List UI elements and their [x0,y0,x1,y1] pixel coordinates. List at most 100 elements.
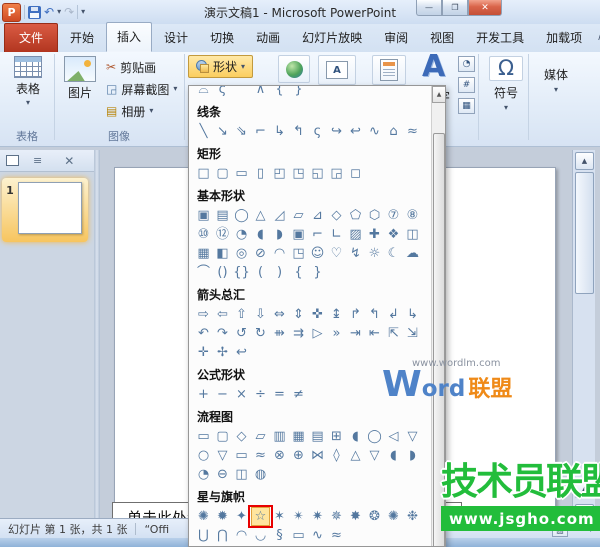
scrollbar-thumb[interactable] [575,172,594,294]
shape-cell[interactable]: ⊿ [308,206,327,225]
shape-cell[interactable]: ↺ [232,324,251,343]
object-icon[interactable]: ▦ [458,98,475,114]
tab-2[interactable]: 开始 [60,24,104,52]
shapes-button[interactable]: 形状 ▾ [188,55,254,78]
restore-button[interactable]: ❐ [442,0,468,16]
shape-cell[interactable]: ▷ [308,324,327,343]
shape-cell[interactable]: ⑫ [213,225,232,244]
shape-cell[interactable]: △ [251,206,270,225]
shape-cell[interactable]: ⇩ [251,305,270,324]
shape-cell[interactable]: ↰ [365,305,384,324]
shape-cell[interactable]: ⋂ [213,526,232,545]
shape-cell[interactable]: ⇧ [232,305,251,324]
shape-cell[interactable]: {} [232,263,251,282]
shape-cell[interactable]: ς [308,122,327,141]
shape-cell[interactable]: ▽ [365,446,384,465]
resize-grip-icon[interactable]: ⋰ [589,523,599,534]
shape-cell[interactable]: ÷ [251,385,270,404]
menu-scrollbar[interactable]: ▲ [431,86,445,546]
shape-cell[interactable]: ↪ [327,122,346,141]
shape-cell[interactable]: ▱ [289,206,308,225]
shape-cell[interactable]: ✚ [365,225,384,244]
slide-number-icon[interactable]: # [458,77,475,93]
shape-cell[interactable]: ⇕ [289,305,308,324]
undo-icon[interactable]: ↶ [44,6,54,18]
outline-tab-icon[interactable]: ≡ [33,155,42,166]
shape-cell[interactable]: ∧ [251,86,270,99]
shape-cell[interactable]: { [289,263,308,282]
shape-cell[interactable]: ◱ [308,164,327,183]
shape-cell[interactable]: ▽ [403,427,422,446]
shape-cell[interactable]: ◯ [232,206,251,225]
shape-cell[interactable]: ◗ [270,225,289,244]
shape-cell[interactable]: ◇ [327,206,346,225]
date-time-icon[interactable]: ◔ [458,56,475,72]
tab-5[interactable]: 切换 [200,24,244,52]
shape-cell[interactable]: △ [346,446,365,465]
shape-cell[interactable]: × [232,385,251,404]
close-panel-icon[interactable]: ✕ [64,155,74,167]
photo-album-button[interactable]: ▤ 相册 ▾ [106,102,153,120]
shape-cell[interactable]: ▯ [251,164,270,183]
shape-cell[interactable]: ◳ [289,244,308,263]
picture-button[interactable]: 图片 [58,56,102,101]
shape-cell[interactable]: ↳ [270,122,289,141]
customize-toolbar-icon[interactable]: ▾ [81,8,85,16]
shape-cell[interactable]: = [270,385,289,404]
shape-cell[interactable]: ⊞ [327,427,346,446]
powerpoint-logo-icon[interactable]: P [2,2,21,22]
tab-11[interactable]: 加载项 [536,24,592,52]
shape-cell[interactable]: ✶ [270,507,289,526]
shape-cell[interactable]: ▣ [289,225,308,244]
shape-cell[interactable]: ✵ [327,507,346,526]
shape-cell[interactable]: ✺ [384,507,403,526]
tab-6[interactable]: 动画 [246,24,290,52]
shape-cell[interactable]: ⑩ [194,225,213,244]
shape-cell[interactable]: ⇘ [232,122,251,141]
shape-cell[interactable]: ☁ [403,244,422,263]
symbol-group-button[interactable]: Ω 符号 ▾ [482,56,530,112]
shape-cell[interactable]: ⇻ [270,324,289,343]
shape-cell[interactable]: ↨ [327,305,346,324]
scroll-up-button[interactable]: ▲ [575,152,594,170]
shape-cell[interactable]: ▭ [289,526,308,545]
hyperlink-button[interactable] [278,55,310,83]
shape-cell[interactable]: ↳ [403,305,422,324]
shape-cell[interactable]: ) [270,263,289,282]
shape-cell[interactable]: ↲ [384,305,403,324]
shape-cell[interactable]: ✢ [213,343,232,362]
shape-cell[interactable]: ⊘ [251,244,270,263]
shape-cell[interactable]: ◖ [346,427,365,446]
shape-cell[interactable]: ◖ [384,446,403,465]
wordart-button[interactable]: A [422,52,445,82]
previous-slide-button[interactable]: ▲ [575,480,594,498]
menu-scrollbar-thumb[interactable] [433,133,445,546]
tab-10[interactable]: 开发工具 [466,24,534,52]
collapse-ribbon-icon[interactable]: ∧ [593,32,600,44]
shape-cell[interactable]: ☺ [308,244,327,263]
shape-cell[interactable]: ◁ [384,427,403,446]
shape-cell[interactable]: ╲ [194,122,213,141]
minimize-button[interactable]: — [416,0,442,16]
shape-cell[interactable]: ≠ [289,385,308,404]
shape-cell[interactable]: } [308,263,327,282]
shape-cell[interactable]: ◠ [232,526,251,545]
shape-cell[interactable]: ▦ [289,427,308,446]
shape-cell[interactable]: ◰ [270,164,289,183]
shape-cell[interactable]: ⇦ [213,305,232,324]
shape-cell[interactable]: ≈ [403,122,422,141]
shape-cell[interactable]: ⊕ [289,446,308,465]
shape-cell[interactable]: ⇨ [194,305,213,324]
shape-cell[interactable]: ❉ [403,507,422,526]
shape-cell[interactable]: ◫ [403,225,422,244]
shape-cell[interactable]: ◠ [270,244,289,263]
shape-cell[interactable]: ◇ [232,427,251,446]
shape-cell[interactable]: ↩ [346,122,365,141]
shape-cell[interactable]: ↱ [346,305,365,324]
header-footer-button[interactable] [372,55,406,85]
shape-cell[interactable]: ▢ [213,427,232,446]
shape-cell[interactable]: ◗ [403,446,422,465]
shape-cell[interactable]: ↯ [346,244,365,263]
shape-cell[interactable]: ⊗ [270,446,289,465]
view-button-icon[interactable]: ▨ [552,523,568,537]
